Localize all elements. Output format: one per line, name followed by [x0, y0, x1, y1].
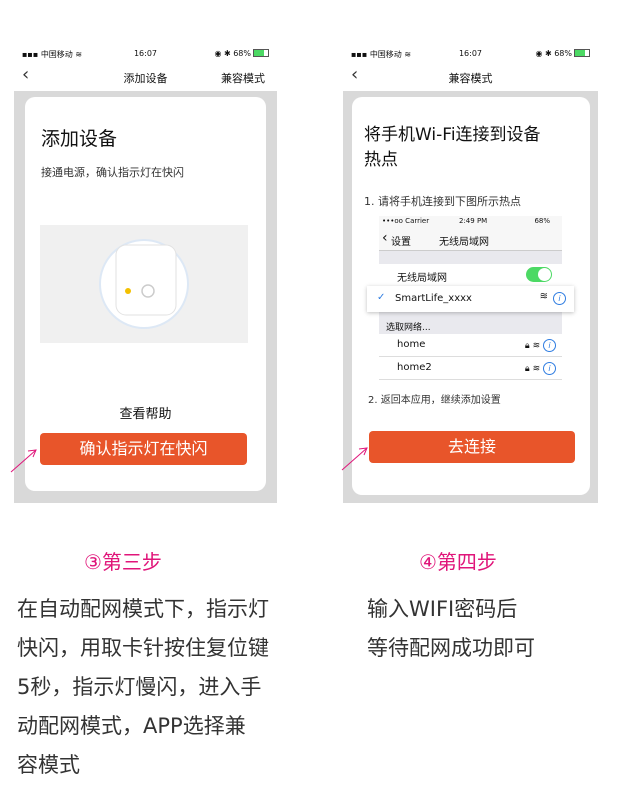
- pointer-arrow-icon: [10, 449, 37, 473]
- step4-line: 等待配网成功即可: [367, 636, 535, 660]
- checkmark-icon: ✓: [377, 292, 386, 303]
- wlan-label: 无线局域网: [397, 273, 447, 284]
- page-title-line2: 热点: [364, 150, 398, 170]
- network-row: home 🔒︎ ≋ i: [379, 334, 562, 357]
- connect-hotspot-card: 将手机Wi-Fi连接到设备 热点 1. 请将手机连接到下图所示热点 •••oo …: [352, 97, 590, 495]
- selected-network-row: ✓ SmartLife_xxxx ≋ i: [367, 286, 574, 312]
- instruction-step1: 1. 请将手机连接到下图所示热点: [364, 195, 521, 208]
- nav-bar: ‹ 添加设备 兼容模式: [14, 63, 277, 91]
- step3-line: 在自动配网模式下，指示灯: [17, 597, 269, 621]
- step3-description: 在自动配网模式下，指示灯 快闪，用取卡针按住复位键 5秒，指示灯慢闪，进入手 动…: [17, 590, 269, 785]
- wlan-toggle: [526, 267, 552, 282]
- network-label: home: [397, 339, 426, 350]
- wifi-icon: ≋: [539, 291, 548, 302]
- alarm-icon: ◉: [214, 49, 222, 58]
- step4-line: 输入WIFI密码后: [367, 597, 518, 621]
- nav-bar: ‹ 兼容模式: [343, 63, 598, 91]
- lock-icon: 🔒︎: [524, 341, 530, 351]
- step4-description: 输入WIFI密码后 等待配网成功即可: [367, 590, 535, 668]
- wifi-icon: ≋: [532, 364, 541, 374]
- ios-time: 2:49 PM: [459, 217, 488, 225]
- wlan-toggle-row: 无线局域网: [379, 264, 562, 287]
- network-row: home2 🔒︎ ≋ i: [379, 357, 562, 380]
- ios-back-icon: ‹: [382, 230, 388, 246]
- step3-title: ③第三步: [84, 550, 162, 574]
- battery-label: 68%: [554, 49, 572, 58]
- page-title-line1: 将手机Wi-Fi连接到设备: [364, 125, 541, 145]
- network-label: home2: [397, 362, 432, 373]
- pointer-arrow-icon: [341, 447, 368, 471]
- step3-line: 5秒，指示灯慢闪，进入手: [17, 675, 262, 699]
- ios-carrier: •••oo Carrier: [382, 217, 430, 225]
- battery-icon: [253, 49, 269, 57]
- alarm-icon: ◉: [535, 49, 543, 58]
- phone-screen-step4: ▪▪▪ 中国移动 ≋ 16:07 ◉ ✱ 68% ‹ 兼容模式 将手机Wi-Fi…: [343, 45, 598, 503]
- page-title: 添加设备: [41, 128, 118, 150]
- ios-back-label: 设置: [391, 237, 411, 248]
- page-subtitle: 接通电源，确认指示灯在快闪: [41, 166, 184, 179]
- info-icon: i: [553, 292, 566, 305]
- ios-nav-bar: ‹ 设置 无线局域网: [379, 228, 562, 251]
- step3-line: 动配网模式，APP选择兼: [17, 714, 246, 738]
- go-connect-button[interactable]: 去连接: [369, 431, 575, 463]
- battery-icon: [574, 49, 590, 57]
- help-link[interactable]: 查看帮助: [25, 403, 266, 422]
- ios-title: 无线局域网: [439, 237, 489, 248]
- status-bar: ▪▪▪ 中国移动 ≋ 16:07 ◉ ✱ 68%: [343, 45, 598, 63]
- nav-title: 兼容模式: [448, 72, 493, 85]
- instruction-step2: 2. 返回本应用，继续添加设置: [368, 395, 501, 406]
- ios-battery: 68%: [534, 217, 550, 225]
- step3-line: 快闪，用取卡针按住复位键: [17, 636, 269, 660]
- choose-network-header: 选取网络...: [386, 323, 431, 333]
- bluetooth-icon: ✱: [223, 49, 231, 58]
- lock-icon: 🔒︎: [524, 364, 530, 374]
- ios-status-bar: •••oo Carrier 2:49 PM 68%: [379, 216, 562, 228]
- ios-wifi-screenshot: •••oo Carrier 2:49 PM 68% ‹ 设置 无线局域网 无线局…: [367, 216, 574, 380]
- info-icon: i: [543, 339, 556, 352]
- confirm-blinking-button[interactable]: 确认指示灯在快闪: [40, 433, 247, 465]
- bluetooth-icon: ✱: [544, 49, 552, 58]
- device-icon: [99, 239, 189, 329]
- add-device-card: 添加设备 接通电源，确认指示灯在快闪 查看帮助 确认指示灯在快闪: [25, 97, 266, 491]
- selected-network-label: SmartLife_xxxx: [395, 293, 472, 304]
- wifi-icon: ≋: [532, 341, 541, 351]
- device-illustration: [40, 225, 248, 343]
- phone-screen-step3: ▪▪▪ 中国移动 ≋ 16:07 ◉ ✱ 68% ‹ 添加设备 兼容模式 添加设…: [14, 45, 277, 503]
- info-icon: i: [543, 362, 556, 375]
- step4-title: ④第四步: [419, 550, 497, 574]
- compat-mode-link[interactable]: 兼容模式: [221, 70, 265, 86]
- step3-line: 容模式: [17, 753, 80, 777]
- battery-label: 68%: [233, 49, 251, 58]
- status-bar: ▪▪▪ 中国移动 ≋ 16:07 ◉ ✱ 68%: [14, 45, 277, 63]
